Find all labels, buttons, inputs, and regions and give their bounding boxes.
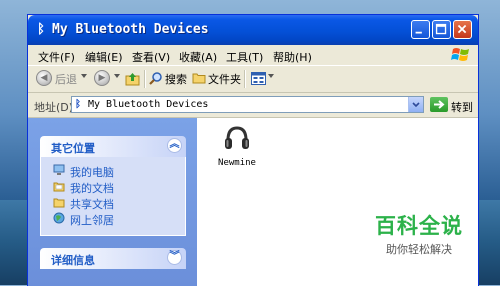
close-icon: [457, 24, 467, 34]
go-button[interactable]: [430, 97, 448, 112]
menu-view[interactable]: 查看(V): [132, 49, 170, 65]
search-icon[interactable]: [149, 71, 163, 85]
title-bar[interactable]: ᛒ My Bluetooth Devices: [28, 15, 478, 45]
other-places-label[interactable]: 我的电脑: [70, 164, 114, 180]
menu-help[interactable]: 帮助(H): [273, 49, 312, 65]
views-dropdown-icon[interactable]: [268, 74, 274, 78]
other-places-item-my-computer[interactable]: 我的电脑: [53, 163, 185, 179]
back-label[interactable]: 后退: [55, 71, 77, 87]
device-item[interactable]: Newmine: [207, 123, 267, 168]
details-title: 详细信息: [51, 254, 95, 267]
forward-button[interactable]: ▶: [94, 70, 110, 86]
forward-dropdown-icon[interactable]: [114, 74, 120, 78]
device-name[interactable]: Newmine: [207, 158, 267, 168]
go-arrow-icon: [434, 100, 445, 109]
menu-favorites[interactable]: 收藏(A): [179, 49, 217, 65]
other-places-title: 其它位置: [51, 142, 95, 155]
address-value[interactable]: My Bluetooth Devices: [88, 99, 208, 110]
menu-tools[interactable]: 工具(T): [226, 49, 263, 65]
address-dropdown-button[interactable]: [408, 97, 423, 112]
other-places-label[interactable]: 网上邻居: [70, 212, 114, 228]
views-icon[interactable]: [251, 72, 266, 85]
menu-file[interactable]: 文件(F): [38, 49, 75, 65]
collapse-button[interactable]: ︽: [167, 138, 182, 153]
toolbar-separator: [244, 70, 246, 88]
minimize-button[interactable]: [411, 20, 430, 39]
close-button[interactable]: [453, 20, 472, 39]
bluetooth-icon: ᛒ: [37, 22, 45, 37]
window-title: My Bluetooth Devices: [52, 22, 209, 37]
other-places-header[interactable]: 其它位置 ︽: [40, 136, 186, 157]
forward-arrow-icon: ▶: [98, 73, 106, 83]
network-icon: [53, 212, 65, 224]
address-input[interactable]: ᛒ My Bluetooth Devices: [71, 96, 424, 113]
back-dropdown-icon[interactable]: [81, 74, 87, 78]
menu-bar: 文件(F) 编辑(E) 查看(V) 收藏(A) 工具(T) 帮助(H): [28, 45, 478, 66]
toolbar: ◀ 后退 ▶ 搜索 文件夹: [28, 66, 478, 93]
other-places-item-network[interactable]: 网上邻居: [53, 211, 185, 227]
other-places-panel: 其它位置 ︽ 我的电脑 我的文档 共享文档 网上邻居: [40, 136, 186, 236]
folders-label[interactable]: 文件夹: [208, 71, 241, 87]
watermark-main: 百科全说: [375, 214, 463, 238]
back-button[interactable]: ◀: [36, 70, 52, 86]
up-folder-icon[interactable]: [125, 71, 140, 86]
computer-icon: [53, 164, 65, 175]
task-pane: 其它位置 ︽ 我的电脑 我的文档 共享文档 网上邻居 详细信息 ︾: [28, 118, 197, 286]
documents-icon: [53, 182, 65, 192]
watermark-sub: 助你轻松解决: [386, 243, 452, 256]
details-panel: 详细信息 ︾: [40, 248, 186, 269]
address-label: 地址(D): [34, 101, 74, 114]
other-places-list: 我的电脑 我的文档 共享文档 网上邻居: [40, 157, 186, 236]
bluetooth-icon: ᛒ: [75, 99, 81, 110]
chevron-down-icon: [412, 102, 420, 108]
chevron-down-icon: ︾: [169, 251, 180, 262]
folders-icon[interactable]: [192, 72, 206, 84]
minimize-icon: [415, 31, 422, 34]
search-label[interactable]: 搜索: [165, 71, 187, 87]
address-bar: 地址(D) ᛒ My Bluetooth Devices 转到: [28, 93, 478, 118]
chevron-up-icon: ︽: [169, 139, 180, 150]
shared-folder-icon: [53, 198, 65, 208]
windows-logo-icon: [451, 48, 469, 61]
details-header[interactable]: 详细信息 ︾: [40, 248, 186, 269]
headphones-icon: [225, 126, 249, 149]
maximize-button[interactable]: [432, 20, 451, 39]
toolbar-separator: [144, 70, 146, 88]
other-places-item-shared-documents[interactable]: 共享文档: [53, 195, 185, 211]
menu-edit[interactable]: 编辑(E): [85, 49, 123, 65]
other-places-label[interactable]: 共享文档: [70, 196, 114, 212]
go-label[interactable]: 转到: [451, 99, 473, 115]
watermark: 百科全说 助你轻松解决: [364, 210, 474, 257]
back-arrow-icon: ◀: [40, 73, 48, 83]
other-places-label[interactable]: 我的文档: [70, 180, 114, 196]
device-list: Newmine: [197, 118, 478, 286]
expand-button[interactable]: ︾: [167, 250, 182, 265]
maximize-icon: [435, 23, 447, 35]
other-places-item-my-documents[interactable]: 我的文档: [53, 179, 185, 195]
